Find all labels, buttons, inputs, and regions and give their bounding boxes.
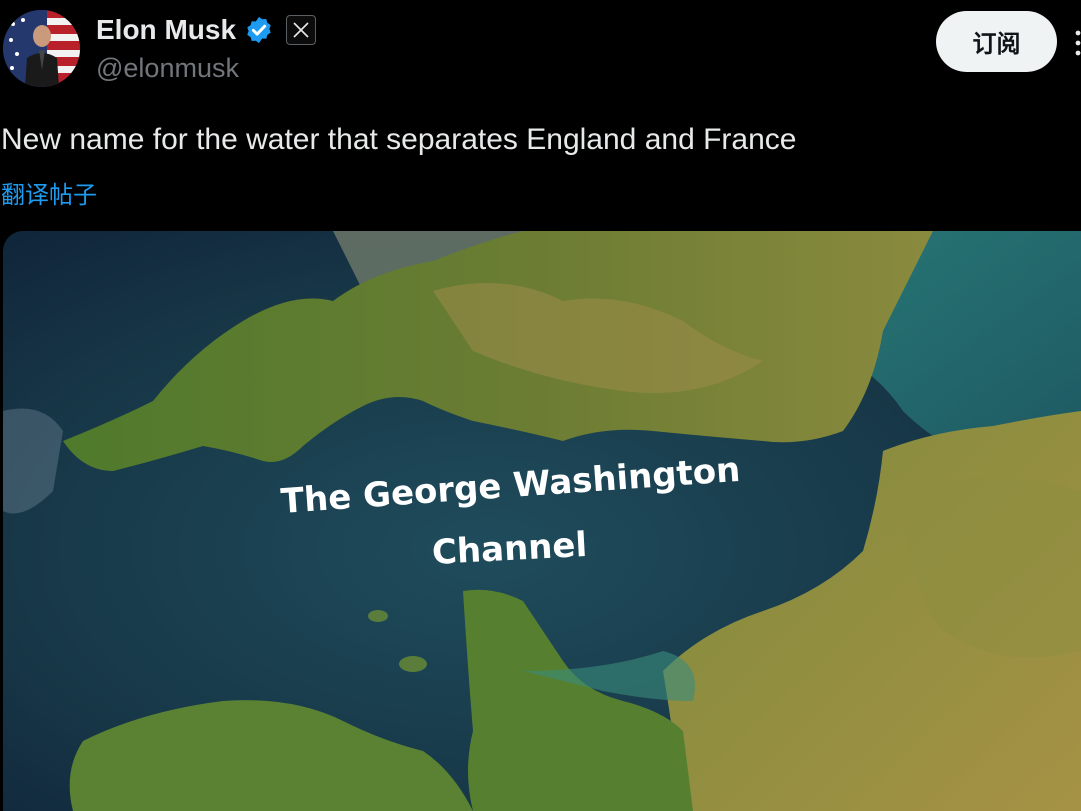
post-image[interactable] <box>3 231 1081 811</box>
x-logo-icon <box>286 15 317 45</box>
verified-badge-icon <box>247 16 271 44</box>
map-caption-line2: Channel <box>430 524 589 573</box>
post-text: New name for the water that separates En… <box>1 123 797 156</box>
post-header: Elon Musk @elonmusk 订阅 <box>0 0 1081 110</box>
translate-post-link[interactable]: 翻译帖子 <box>1 175 97 210</box>
satellite-map-image <box>3 231 1081 811</box>
subscribe-button[interactable]: 订阅 <box>936 11 1057 72</box>
name-row: Elon Musk <box>96 12 317 48</box>
author-name[interactable]: Elon Musk <box>96 14 236 46</box>
author-handle[interactable]: @elonmusk <box>96 53 239 84</box>
more-vertical-icon[interactable] <box>1072 28 1081 58</box>
avatar[interactable] <box>3 10 80 87</box>
avatar-image <box>3 10 80 87</box>
